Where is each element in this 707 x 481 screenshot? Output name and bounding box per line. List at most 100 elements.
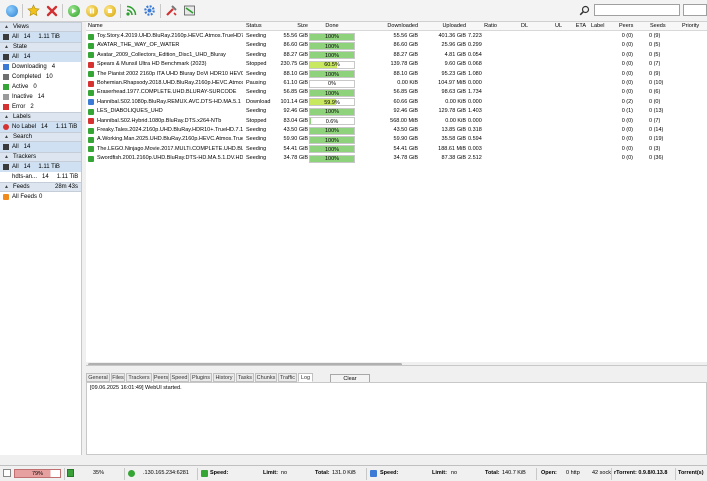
labels-header[interactable]: ▲ Labels (0, 112, 81, 122)
about-icon[interactable] (181, 2, 198, 19)
views-header[interactable]: ▲ Views (0, 22, 81, 32)
table-row[interactable]: Hannibal.S02.1080p.BluRay.REMUX.AVC.DTS-… (86, 98, 707, 107)
tab-traffic[interactable]: Traffic (278, 373, 297, 382)
feeds-all[interactable]: All Feeds 0 (0, 192, 81, 202)
tab-log[interactable]: Log (298, 373, 313, 382)
state-item-error[interactable]: Error 2 (0, 102, 81, 112)
state-item-all[interactable]: All 14 (0, 52, 81, 62)
add-torrent-icon[interactable] (3, 2, 20, 19)
state-header[interactable]: ▲ State (0, 42, 81, 52)
cell-ratio: 0.000 (468, 98, 482, 105)
table-row[interactable]: Eraserhead.1977.COMPLETE.UHD.BLURAY-SURC… (86, 88, 707, 98)
pause-icon[interactable] (83, 2, 100, 19)
state-list: All 14 Downloading 4 Completed 10 Active 0 Inact… (0, 52, 81, 112)
table-row[interactable]: Hannibal.S02.Hybrid.1080p.BluRay.DTS.x26… (86, 117, 707, 126)
upload-limit-label[interactable]: Limit: (432, 470, 447, 476)
download-limit-value[interactable]: no (281, 470, 287, 476)
search-all-label: All (12, 144, 19, 150)
state-item-completed[interactable]: Completed 10 (0, 72, 81, 82)
cell-uploaded: 188.61 MiB (438, 145, 466, 152)
tab-trackers[interactable]: Trackers (126, 373, 152, 382)
progress-text: 100% (324, 34, 340, 41)
trackers-all[interactable]: All 14 1.11 TiB (0, 162, 81, 172)
table-row[interactable]: Toy.Story.4.2019.UHD.BluRay.2160p.HEVC.A… (86, 32, 707, 41)
tab-chunks[interactable]: Chunks (255, 373, 277, 382)
table-row[interactable]: AVATAR_THE_WAY_OF_WATER Seeding 86.60 GiB 1… (86, 41, 707, 51)
trackers-header[interactable]: ▲ Trackers (0, 152, 81, 162)
tab-plugins[interactable]: Plugins (190, 373, 212, 382)
views-all[interactable]: All 14 1.11 TiB (0, 32, 81, 42)
remove-icon[interactable] (43, 2, 60, 19)
search-header[interactable]: ▲ Search (0, 132, 81, 142)
tab-peers[interactable]: Peers (153, 373, 169, 382)
no-label-icon (3, 124, 9, 130)
connection-ok-icon (128, 470, 135, 477)
table-row[interactable]: Swordfish.2001.2160p.UHD.BluRay.DTS-HD.M… (86, 154, 707, 163)
state-item-inactive[interactable]: Inactive 14 (0, 92, 81, 102)
settings-icon[interactable] (141, 2, 158, 19)
upload-limit-value[interactable]: no (451, 470, 457, 476)
cell-uploaded: 0.00 KiB (445, 117, 466, 124)
column-header-label[interactable]: Label (591, 23, 604, 29)
scrollbar-thumb[interactable] (88, 363, 402, 365)
search-all[interactable]: All 14 (0, 142, 81, 152)
column-header-dl[interactable]: DL (508, 23, 528, 29)
search-input[interactable] (594, 4, 680, 16)
cell-uploaded: 35.58 GiB (441, 136, 466, 143)
table-row[interactable]: LES_DIABOLIQUES_UHD Seeding 92.46 GiB 100% 9… (86, 107, 707, 116)
rss-icon[interactable] (123, 2, 140, 19)
tab-speed[interactable]: Speed (170, 373, 189, 382)
column-header-done[interactable]: Done (309, 23, 355, 29)
start-icon[interactable] (65, 2, 82, 19)
torrent-status-icon (88, 127, 94, 134)
no-label-count: 14 (41, 124, 48, 130)
column-header-seeds[interactable]: Seeds (650, 23, 666, 29)
cell-size: 59.90 GiB (283, 136, 308, 143)
table-row[interactable]: The Pianist 2002 2160p ITA UHD Bluray Do… (86, 70, 707, 79)
feeds-header[interactable]: ▲ Feeds 28m 43s (0, 182, 81, 192)
table-row[interactable]: The.LEGO.Ninjago.Movie.2017.MULTi.COMPLE… (86, 145, 707, 154)
state-item-active[interactable]: Active 0 (0, 82, 81, 92)
horizontal-scrollbar[interactable] (86, 362, 707, 365)
cell-size: 101.14 GiB (280, 98, 308, 105)
tools-icon[interactable] (163, 2, 180, 19)
stop-icon[interactable] (101, 2, 118, 19)
cell-name: Freaky.Tales.2024.2160p.UHD.BluRay.HDR10… (97, 127, 243, 133)
cell-name: Spears & Munsil Ultra HD Benchmark (2023… (97, 61, 207, 68)
cell-size: 43.50 GiB (283, 127, 308, 133)
column-header-name[interactable]: Name (88, 23, 103, 29)
cell-peers: 0 (0) (621, 127, 633, 133)
cell-ratio: 0.054 (468, 51, 482, 58)
column-header-peers[interactable]: Peers (619, 23, 633, 29)
torrent-status-icon (88, 136, 94, 143)
table-row[interactable]: Spears & Munsil Ultra HD Benchmark (2023… (86, 60, 707, 69)
download-limit-label[interactable]: Limit: (263, 470, 278, 476)
progress-bar: 100% (309, 126, 355, 135)
table-row[interactable]: Avatar_2009_Collectors_Edition_Disc1_UHD… (86, 51, 707, 60)
column-header-status[interactable]: Status (246, 23, 262, 29)
column-header-ratio[interactable]: Ratio (471, 23, 497, 29)
progress-bar: 100% (309, 107, 355, 116)
table-row[interactable]: Bohemian.Rhapsody.2018.UHD.BluRay.2160p.… (86, 79, 707, 88)
tab-general[interactable]: General (86, 373, 110, 382)
cell-peers: 0 (1) (621, 108, 633, 115)
tracker-item[interactable]: hdts-an... 14 1.11 TiB (0, 172, 81, 182)
tab-tasks[interactable]: Tasks (236, 373, 254, 382)
table-row[interactable]: A.Working.Man.2025.UHD.BluRay.2160p.HEVC… (86, 135, 707, 145)
add-url-icon[interactable] (25, 2, 42, 19)
labels-no-label[interactable]: No Label 14 1.11 TiB (0, 122, 81, 132)
torrent-status-icon (88, 99, 94, 106)
tab-history[interactable]: History (213, 373, 235, 382)
search-icon[interactable] (576, 2, 593, 19)
column-header-uploaded[interactable]: Uploaded (425, 23, 466, 29)
column-header-downloaded[interactable]: Downloaded (368, 23, 418, 29)
state-item-downloading[interactable]: Downloading 4 (0, 62, 81, 72)
progress-text: 100% (324, 128, 340, 135)
column-header-ul[interactable]: UL (542, 23, 562, 29)
column-header-size[interactable]: Size (294, 23, 308, 29)
search-engine-select[interactable] (683, 4, 707, 16)
table-row[interactable]: Freaky.Tales.2024.2160p.UHD.BluRay.HDR10… (86, 126, 707, 135)
tab-files[interactable]: Files (111, 373, 125, 382)
column-header-priority[interactable]: Priority (682, 23, 699, 29)
column-header-eta[interactable]: ETA (571, 23, 586, 29)
